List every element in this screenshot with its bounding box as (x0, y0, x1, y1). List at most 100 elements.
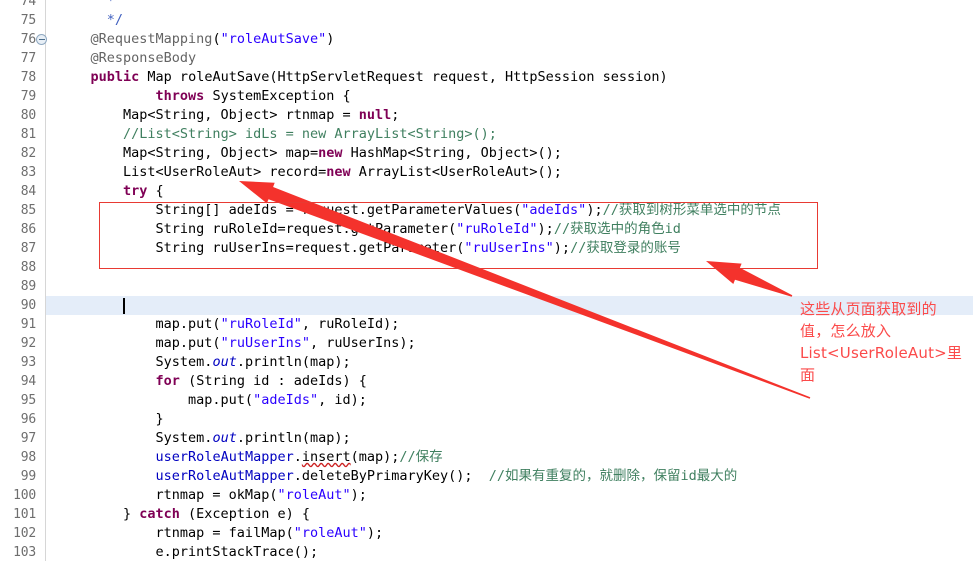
code-line-79[interactable]: throws SystemException { (46, 87, 973, 106)
code-token-kw: throws (155, 88, 205, 104)
code-line-82[interactable]: Map<String, Object> map=new HashMap<Stri… (46, 144, 973, 163)
code-token-plain: .println(map); (236, 430, 351, 446)
line-number-82: 82 (20, 146, 36, 161)
line-number-78: 78 (20, 70, 36, 85)
code-token-str: "adeIds" (253, 392, 319, 408)
code-token-plain: ); (350, 487, 367, 503)
code-token-plain: , ruRoleId); (301, 316, 400, 332)
code-line-77[interactable]: @ResponseBody (46, 49, 973, 68)
code-token-plain: List<UserRoleAut> record= (58, 164, 327, 180)
code-line-74[interactable]: * (46, 0, 973, 11)
code-token-plain: e.printStackTrace(); (58, 544, 319, 560)
code-token-jdoc: */ (106, 12, 124, 28)
code-line-78[interactable]: public Map roleAutSave(HttpServletReques… (46, 68, 973, 87)
code-token-plain: Map<String, Object> rtnmap = (58, 107, 359, 123)
code-token-kw: try (123, 183, 148, 199)
code-token-kw: public (90, 69, 140, 85)
code-token-plain: ); (366, 525, 384, 541)
code-token-plain: Map roleAutSave(HttpServletRequest reque… (139, 69, 668, 85)
code-token-plain: rtnmap = okMap( (58, 487, 278, 503)
code-line-99[interactable]: userRoleAutMapper.deleteByPrimaryKey(); … (46, 467, 973, 486)
code-token-plain: ( (212, 31, 221, 47)
line-number-88: 88 (20, 260, 36, 275)
code-token-ann: @RequestMapping (90, 31, 213, 47)
code-line-76[interactable]: @RequestMapping("roleAutSave") (46, 30, 973, 49)
code-token-plain: System. (58, 430, 213, 446)
code-line-89[interactable] (46, 277, 973, 296)
text-cursor (123, 298, 125, 314)
code-line-98[interactable]: userRoleAutMapper.insert(map);//保存 (46, 448, 973, 467)
code-token-plain: } (58, 506, 140, 522)
code-token-plain: ) (326, 31, 335, 47)
code-line-103[interactable]: e.printStackTrace(); (46, 543, 973, 561)
code-line-75[interactable]: */ (46, 11, 973, 30)
code-token-plain: .deleteByPrimaryKey(); (293, 468, 489, 484)
line-number-83: 83 (20, 165, 36, 180)
line-number-77: 77 (20, 51, 36, 66)
code-token-str: "ruRoleId" (220, 316, 302, 332)
code-token-plain: map.put( (58, 335, 221, 351)
code-token-plain: ; (391, 107, 400, 123)
line-number-81: 81 (20, 127, 36, 142)
code-token-ann: @ResponseBody (90, 50, 197, 66)
java-code-editor[interactable]: 74 75 76 77 78 79 80 81 82 83 84 85 86 87 88 89 90 91 92 93… (0, 0, 973, 561)
line-number-85: 85 (20, 203, 36, 218)
line-number-75: 75 (20, 13, 36, 28)
line-number-86: 86 (20, 222, 36, 237)
code-line-96[interactable]: } (46, 410, 973, 429)
code-token-plain: } (58, 411, 164, 427)
code-token-plain: (Exception e) { (179, 506, 310, 522)
code-content-area[interactable]: * */ @RequestMapping("roleAutSave") @Res… (46, 0, 973, 561)
code-token-squiggle: insert (301, 449, 351, 465)
line-number-76: 76 (20, 32, 36, 47)
code-token-str: "ruUserIns" (220, 335, 310, 351)
code-token-kw: null (358, 107, 392, 123)
line-number-84: 84 (20, 184, 36, 199)
line-number-98: 98 (20, 450, 36, 465)
code-token-fld: userRoleAutMapper (155, 468, 294, 484)
line-number-103: 103 (13, 545, 36, 560)
collapse-minus-icon[interactable] (36, 34, 47, 45)
code-token-fld: userRoleAutMapper (155, 449, 294, 465)
code-token-plain: HashMap<String, Object>(); (342, 145, 562, 161)
line-number-89: 89 (20, 279, 36, 294)
code-line-95[interactable]: map.put("adeIds", id); (46, 391, 973, 410)
line-number-gutter[interactable]: 74 75 76 77 78 79 80 81 82 83 84 85 86 87 88 89 90 91 92 93… (0, 0, 47, 561)
code-token-plain: Map<String, Object> map= (58, 145, 319, 161)
code-token-plain: .println(map); (236, 354, 351, 370)
code-line-84[interactable]: try { (46, 182, 973, 201)
line-number-94: 94 (20, 374, 36, 389)
code-token-str: "roleAut" (293, 525, 367, 541)
code-line-102[interactable]: rtnmap = failMap("roleAut"); (46, 524, 973, 543)
line-number-92: 92 (20, 336, 36, 351)
line-number-74: 74 (20, 0, 36, 9)
code-token-plain: (String id : adeIds) { (179, 373, 367, 389)
code-token-cmt: //如果有重复的，就删除，保留id最大的 (488, 468, 738, 484)
line-number-102: 102 (13, 526, 36, 541)
line-number-79: 79 (20, 89, 36, 104)
code-token-jdoc: * (106, 0, 115, 9)
code-line-101[interactable]: } catch (Exception e) { (46, 505, 973, 524)
code-token-plain: map.put( (58, 316, 221, 332)
code-line-80[interactable]: Map<String, Object> rtnmap = null; (46, 106, 973, 125)
line-number-95: 95 (20, 393, 36, 408)
code-line-100[interactable]: rtnmap = okMap("roleAut"); (46, 486, 973, 505)
code-token-plain: SystemException { (204, 88, 351, 104)
code-line-83[interactable]: List<UserRoleAut> record=new ArrayList<U… (46, 163, 973, 182)
code-token-cmt: //List<String> idLs = new ArrayList<Stri… (123, 126, 497, 142)
line-number-93: 93 (20, 355, 36, 370)
code-line-81[interactable]: //List<String> idLs = new ArrayList<Stri… (46, 125, 973, 144)
code-token-kw: new (318, 145, 343, 161)
code-token-plain: rtnmap = failMap( (58, 525, 294, 541)
code-line-97[interactable]: System.out.println(map); (46, 429, 973, 448)
code-token-plain: System. (58, 354, 213, 370)
line-number-87: 87 (20, 241, 36, 256)
